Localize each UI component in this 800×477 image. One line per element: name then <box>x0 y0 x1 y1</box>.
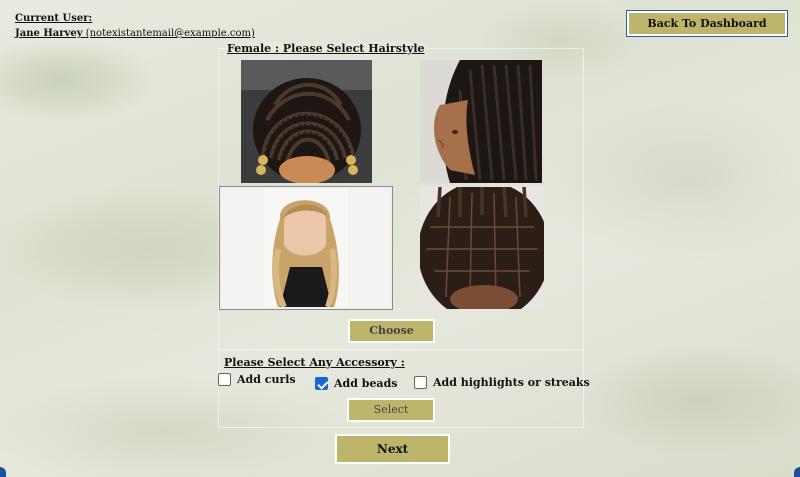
add-beads-checkbox[interactable] <box>315 377 328 390</box>
accessory-option-curls[interactable]: Add curls <box>218 373 296 386</box>
accessory-section-title: Please Select Any Accessory : <box>224 356 405 369</box>
hairstyle-image-box-braids[interactable] <box>420 60 542 183</box>
select-accessory-button[interactable]: Select <box>347 398 435 422</box>
current-user-block: Current User: Jane Harvey (notexistantem… <box>15 11 255 41</box>
hairstyle-image-long-blonde[interactable] <box>219 186 393 310</box>
current-user-info: Jane Harvey (notexistantemail@example.co… <box>15 26 255 41</box>
current-user-email: (notexistantemail@example.com) <box>85 28 255 39</box>
back-to-dashboard-button[interactable]: Back To Dashboard <box>626 10 788 37</box>
hairstyle-image-cornrows[interactable] <box>241 60 372 183</box>
add-highlights-label: Add highlights or streaks <box>433 376 590 389</box>
current-user-label: Current User: <box>15 13 93 24</box>
section-divider <box>218 349 584 350</box>
hairstyle-panel-title: Female : Please Select Hairstyle <box>225 42 427 55</box>
current-user-name: Jane Harvey <box>15 28 83 39</box>
add-beads-label: Add beads <box>334 377 398 390</box>
window-corner-right <box>794 467 800 477</box>
next-button[interactable]: Next <box>335 434 450 464</box>
window-corner-left <box>0 467 6 477</box>
hairstyle-image-knotless-braids[interactable] <box>420 187 544 309</box>
add-highlights-checkbox[interactable] <box>414 376 427 389</box>
add-curls-checkbox[interactable] <box>218 373 231 386</box>
accessory-option-beads[interactable]: Add beads <box>315 377 397 390</box>
add-curls-label: Add curls <box>237 373 296 386</box>
accessory-option-highlights[interactable]: Add highlights or streaks <box>414 376 590 389</box>
choose-hairstyle-button[interactable]: Choose <box>348 319 435 343</box>
